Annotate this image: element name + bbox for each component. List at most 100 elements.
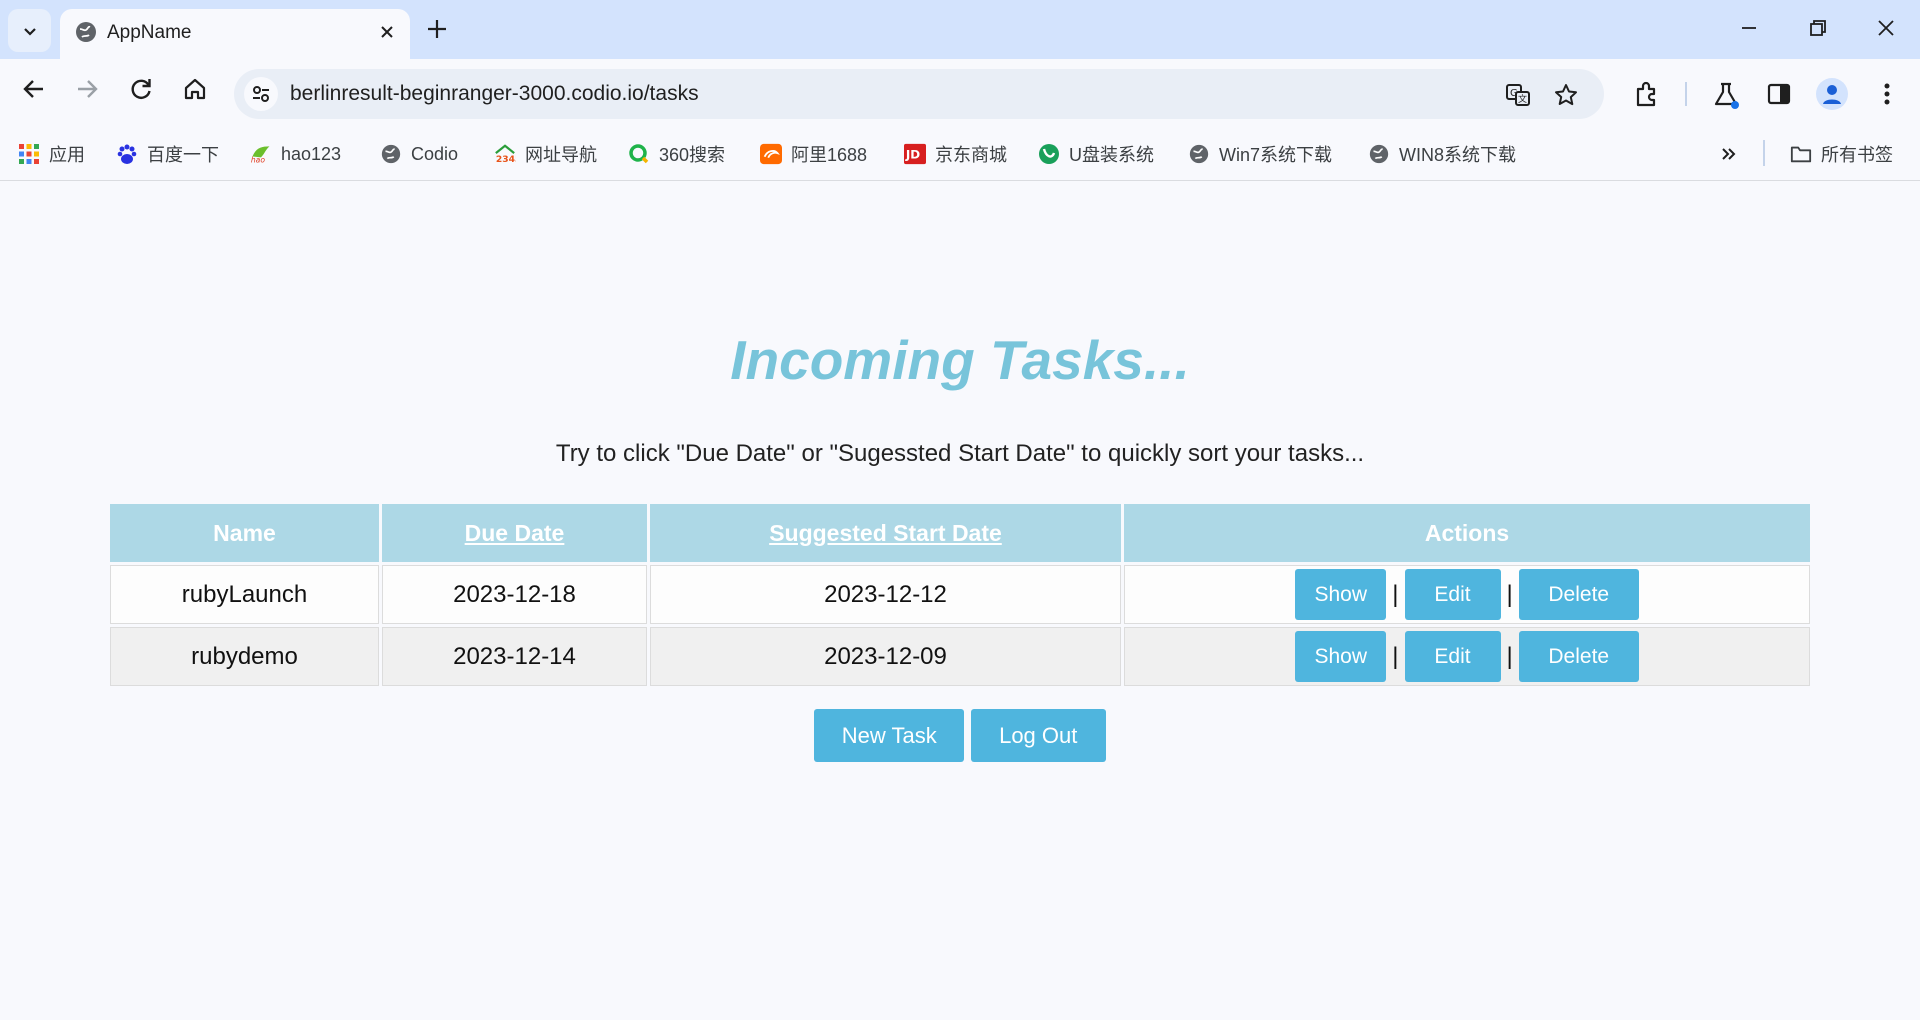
bookmark-label: 京东商城 <box>935 145 1007 165</box>
close-icon[interactable] <box>376 21 398 43</box>
globe-icon <box>1368 143 1390 165</box>
active-tab[interactable]: AppName <box>60 9 410 59</box>
sort-hint-text: Try to click "Due Date" or "Sugessted St… <box>555 440 1365 467</box>
log-out-button[interactable]: Log Out <box>970 709 1106 762</box>
bookmark-label: 百度一下 <box>147 145 219 165</box>
bookmarks-bar: 应用 百度一下 hao hao123 Codio 2345 网址导航 360搜索 <box>0 128 1920 181</box>
apps-grid-icon <box>18 143 40 165</box>
sort-due-date-link[interactable]: Due Date <box>465 520 565 546</box>
action-separator: | <box>1392 580 1399 608</box>
back-arrow-icon[interactable] <box>20 75 48 103</box>
tab-strip: AppName <box>0 0 1920 59</box>
globe-icon <box>380 143 402 165</box>
bookmark-label: WIN8系统下载 <box>1399 145 1516 165</box>
address-bar[interactable]: berlinresult-beginranger-3000.codio.io/t… <box>234 69 1604 119</box>
home-icon[interactable] <box>181 75 209 103</box>
column-header-due-date: Due Date <box>382 504 647 562</box>
show-button[interactable]: Show <box>1295 569 1387 620</box>
baidu-paw-icon <box>116 143 138 165</box>
column-header-start-date: Suggested Start Date <box>650 504 1121 562</box>
bookmark-hao123[interactable]: hao hao123 <box>250 141 341 167</box>
labs-flask-icon[interactable] <box>1711 80 1741 110</box>
table-row: rubydemo 2023-12-14 2023-12-09 Show | Edit… <box>110 627 1810 686</box>
bookmark-ali1688[interactable]: 阿里1688 <box>760 141 867 167</box>
bookmark-apps[interactable]: 应用 <box>18 141 85 167</box>
u-disk-icon <box>1038 143 1060 165</box>
column-header-actions: Actions <box>1124 504 1810 562</box>
new-tab-plus-icon[interactable] <box>424 16 450 42</box>
forward-arrow-icon[interactable] <box>73 75 101 103</box>
url-text[interactable]: berlinresult-beginranger-3000.codio.io/t… <box>290 82 699 106</box>
bookmark-label: 应用 <box>49 145 85 165</box>
start-date-cell: 2023-12-09 <box>650 627 1121 686</box>
extensions-puzzle-icon[interactable] <box>1633 80 1661 108</box>
bookmark-u-disk[interactable]: U盘装系统 <box>1038 141 1154 167</box>
bookmark-label: 360搜索 <box>659 145 726 165</box>
bookmark-jd[interactable]: JD 京东商城 <box>904 141 1007 167</box>
start-date-cell: 2023-12-12 <box>650 565 1121 624</box>
more-vert-icon[interactable] <box>1875 80 1899 108</box>
minimize-icon[interactable] <box>1737 16 1761 40</box>
action-separator: | <box>1506 642 1513 670</box>
actions-cell: Show | Edit | Delete <box>1124 565 1810 624</box>
sort-start-date-link[interactable]: Suggested Start Date <box>769 520 1002 546</box>
ali1688-icon <box>760 143 782 165</box>
restore-icon[interactable] <box>1806 16 1830 40</box>
2345-icon: 2345 <box>494 143 516 165</box>
window-close-icon[interactable] <box>1874 16 1898 40</box>
site-info-button[interactable] <box>244 77 278 111</box>
page-actions: New Task Log Out <box>0 709 1920 762</box>
bookmark-label: Win7系统下载 <box>1219 145 1333 165</box>
all-bookmarks-folder[interactable]: 所有书签 <box>1790 141 1893 167</box>
bookmark-360[interactable]: 360搜索 <box>628 141 725 167</box>
tune-icon <box>253 86 269 102</box>
hao123-icon: hao <box>250 143 272 165</box>
svg-text:2345: 2345 <box>496 154 516 165</box>
side-panel-icon[interactable] <box>1765 80 1793 108</box>
new-task-button[interactable]: New Task <box>814 709 965 762</box>
actions-cell: Show | Edit | Delete <box>1124 627 1810 686</box>
tab-search-button[interactable] <box>8 9 51 52</box>
bookmark-star-icon[interactable] <box>1553 82 1579 108</box>
svg-text:JD: JD <box>905 148 920 162</box>
bookmarks-divider <box>1763 140 1765 166</box>
edit-button[interactable]: Edit <box>1404 631 1501 682</box>
bookmark-win7[interactable]: Win7系统下载 <box>1188 141 1332 167</box>
bookmark-label: hao123 <box>281 143 342 164</box>
all-bookmarks-label: 所有书签 <box>1821 145 1893 165</box>
bookmark-win8[interactable]: WIN8系统下载 <box>1368 141 1516 167</box>
column-header-name: Name <box>110 504 379 562</box>
bookmark-label: 网址导航 <box>525 145 597 165</box>
show-button[interactable]: Show <box>1295 631 1387 682</box>
bookmark-label: U盘装系统 <box>1069 145 1154 165</box>
task-name-cell: rubyLaunch <box>110 565 379 624</box>
delete-button[interactable]: Delete <box>1518 569 1639 620</box>
globe-icon <box>1188 143 1210 165</box>
table-header-row: Name Due Date Suggested Start Date Actio… <box>110 504 1810 562</box>
page-title: Incoming Tasks... <box>730 329 1190 391</box>
bookmark-2345[interactable]: 2345 网址导航 <box>494 141 597 167</box>
due-date-cell: 2023-12-18 <box>382 565 647 624</box>
delete-button[interactable]: Delete <box>1518 631 1639 682</box>
bookmark-label: 阿里1688 <box>791 145 868 165</box>
bookmark-baidu[interactable]: 百度一下 <box>116 141 219 167</box>
jd-icon: JD <box>904 143 926 165</box>
toolbar-divider <box>1685 82 1687 106</box>
action-separator: | <box>1392 642 1399 670</box>
svg-text:文: 文 <box>1518 93 1527 105</box>
folder-icon <box>1790 143 1812 165</box>
bookmark-codio[interactable]: Codio <box>380 141 458 167</box>
chevron-down-icon <box>23 27 36 36</box>
person-icon <box>1823 85 1841 104</box>
reload-icon[interactable] <box>127 75 155 103</box>
tasks-table: Name Due Date Suggested Start Date Actio… <box>107 501 1813 689</box>
translate-icon[interactable]: G文 <box>1505 82 1531 108</box>
task-name-cell: rubydemo <box>110 627 379 686</box>
svg-text:hao: hao <box>251 155 265 164</box>
edit-button[interactable]: Edit <box>1404 569 1501 620</box>
bookmark-label: Codio <box>411 143 459 164</box>
chevron-double-right-icon[interactable] <box>1718 143 1740 165</box>
due-date-cell: 2023-12-14 <box>382 627 647 686</box>
profile-avatar[interactable] <box>1816 78 1848 110</box>
table-row: rubyLaunch 2023-12-18 2023-12-12 Show | Ed… <box>110 565 1810 624</box>
